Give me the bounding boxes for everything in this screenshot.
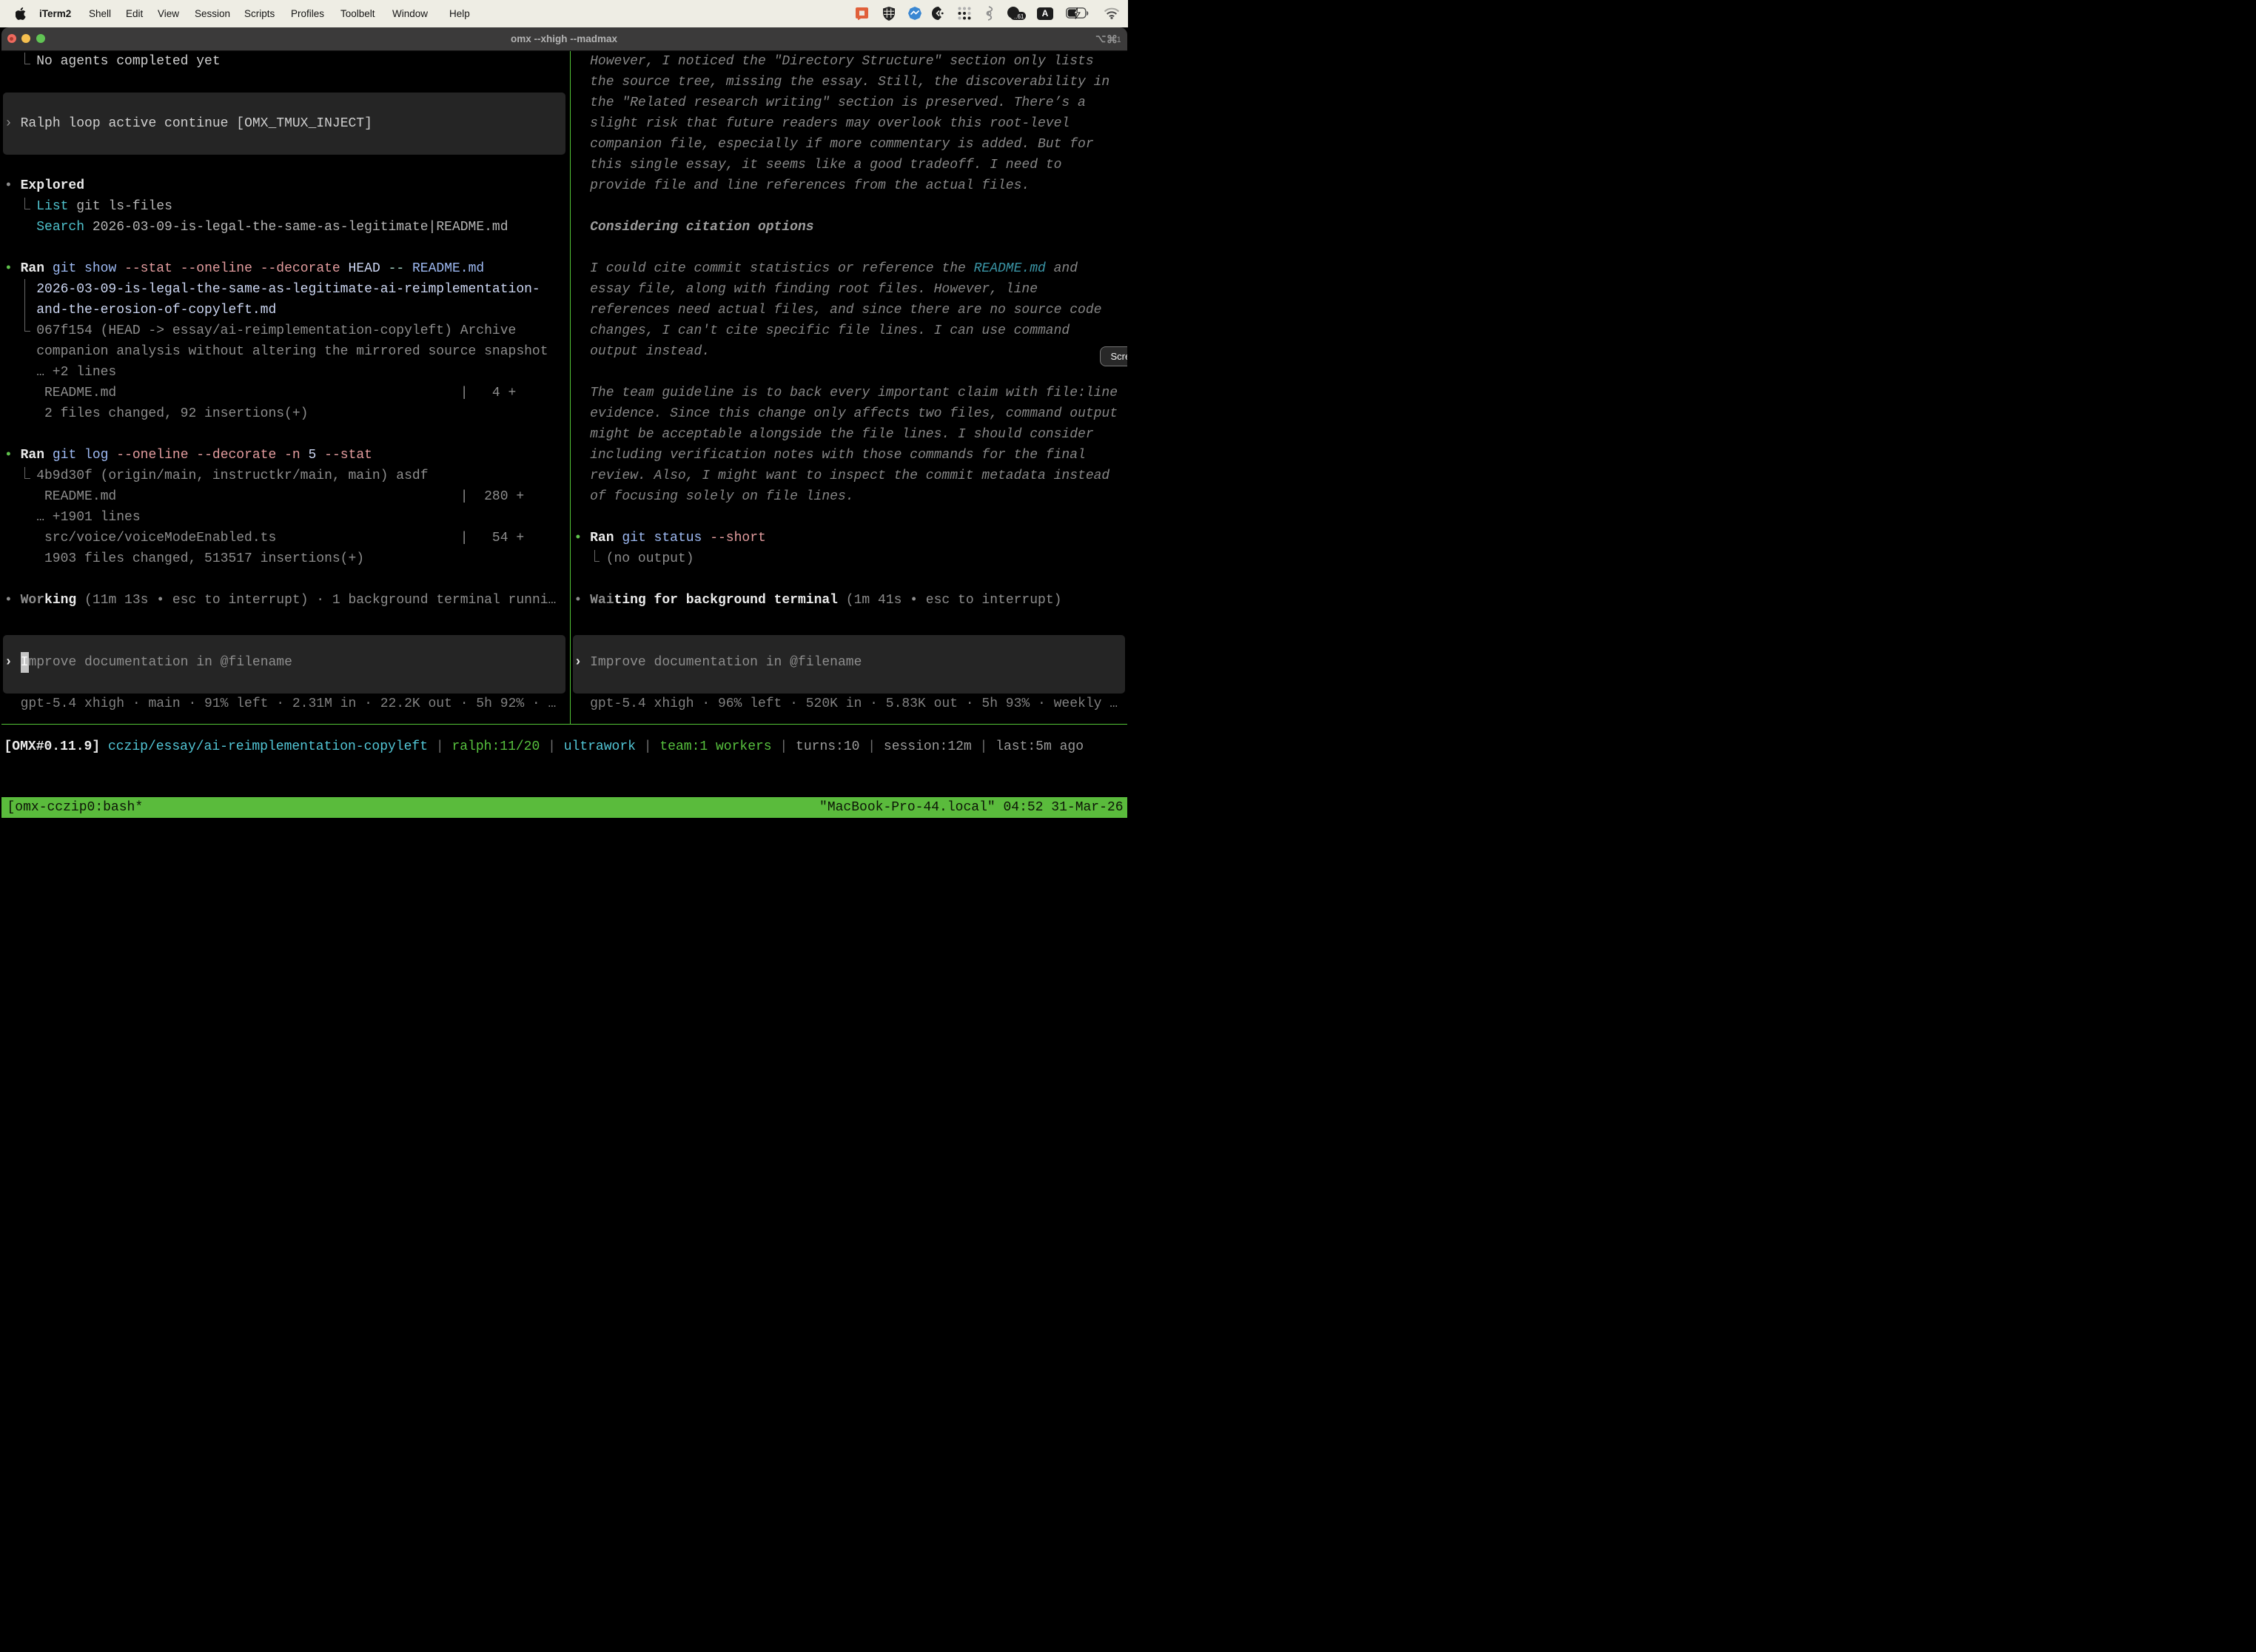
svg-text:..61: ..61 <box>1014 13 1024 20</box>
svg-text:1: 1 <box>1116 36 1120 44</box>
